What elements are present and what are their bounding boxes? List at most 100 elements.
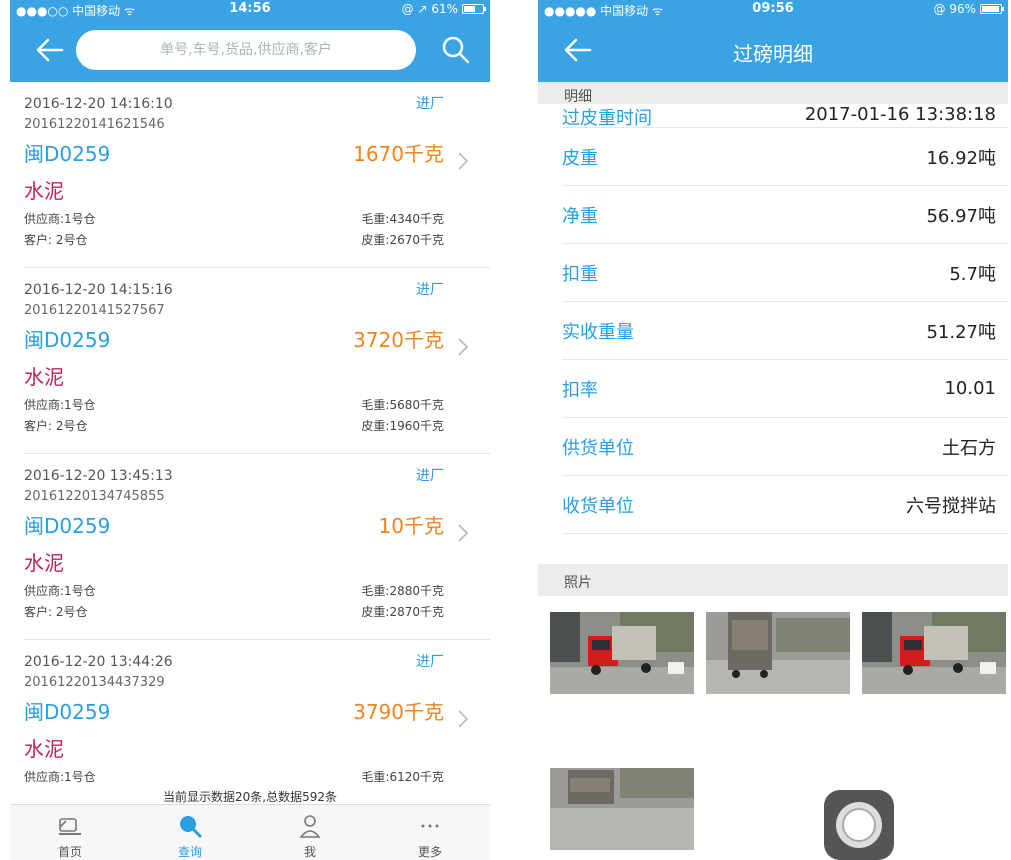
record-customer: 客户: 2号仓 [24, 605, 88, 619]
record-goods: 水泥 [24, 179, 64, 203]
status-bar: ●●●○○ 中国移动 ᯤ 14:56 @ ↗ 61% [10, 0, 490, 18]
detail-row: 供货单位 土石方 [562, 418, 1008, 476]
chevron-right-icon [458, 338, 469, 356]
detail-value: 16.92吨 [926, 147, 996, 169]
tab-me[interactable]: 我 [250, 805, 370, 860]
detail-label: 供货单位 [562, 437, 634, 459]
record-status: 进厂 [416, 654, 444, 670]
record-plate: 闽D0259 [24, 700, 111, 724]
search-icon [180, 816, 202, 838]
detail-value: 51.27吨 [926, 321, 996, 343]
detail-label: 扣率 [562, 379, 598, 401]
record-customer: 客户: 2号仓 [24, 419, 88, 433]
detail-label: 收货单位 [562, 495, 634, 517]
tab-label: 更多 [417, 845, 442, 859]
record-plate: 闽D0259 [24, 142, 111, 166]
detail-row: 皮重 16.92吨 [562, 128, 1008, 186]
more-icon [421, 824, 439, 828]
detail-label: 净重 [562, 205, 598, 227]
record-tare-weight: 皮重:2670千克 [361, 233, 444, 247]
record-supplier: 供应商:1号仓 [24, 212, 96, 226]
record-supplier: 供应商:1号仓 [24, 770, 96, 784]
weighbridge-photo-red-truck-2[interactable] [862, 612, 1006, 694]
truck-icon [59, 818, 81, 835]
detail-label: 皮重 [562, 147, 598, 169]
detail-value: 2017-01-16 13:38:18 [804, 104, 996, 125]
battery-label: @ 96% [933, 2, 977, 16]
record-status: 进厂 [416, 282, 444, 298]
battery-label: @ ↗ 61% [401, 2, 458, 16]
record-supplier: 供应商:1号仓 [24, 398, 96, 412]
detail-value: 六号搅拌站 [906, 495, 996, 517]
record-goods: 水泥 [24, 365, 64, 389]
details-section-header: 明细 [538, 82, 1008, 105]
search-input[interactable] [76, 30, 416, 70]
assistive-touch-button[interactable] [824, 790, 894, 860]
record-time: 2016-12-20 13:45:13 [24, 468, 173, 484]
record-time: 2016-12-20 14:16:10 [24, 96, 173, 112]
battery-status: @ 96% [933, 2, 1004, 16]
record-goods: 水泥 [24, 551, 64, 575]
tab-label: 我 [303, 845, 316, 859]
chevron-right-icon [458, 710, 469, 728]
detail-value: 5.7吨 [949, 263, 996, 285]
detail-row: 扣重 5.7吨 [562, 244, 1008, 302]
photos-section-header: 照片 [538, 564, 1008, 596]
left-header: ●●●○○ 中国移动 ᯤ 14:56 @ ↗ 61% [10, 0, 490, 82]
record-item[interactable]: 2016-12-20 14:15:16 进厂 20161220141527567 闽D… [24, 268, 490, 454]
record-net-weight: 3790千克 [353, 700, 444, 724]
search-icon[interactable] [440, 34, 472, 66]
detail-row: 净重 56.97吨 [562, 186, 1008, 244]
detail-label: 实收重量 [562, 321, 634, 343]
tab-label: 首页 [57, 845, 82, 859]
tab-query[interactable]: 查询 [130, 805, 250, 860]
detail-list: 过皮重时间 2017-01-16 13:38:18 皮重 16.92吨净重 56.97吨… [538, 104, 1008, 534]
battery-status: @ ↗ 61% [401, 2, 486, 16]
record-goods: 水泥 [24, 737, 64, 761]
detail-label: 扣重 [562, 263, 598, 285]
tab-more[interactable]: 更多 [370, 805, 490, 860]
record-id: 20161220134437329 [24, 675, 165, 690]
record-time: 2016-12-20 13:44:26 [24, 654, 173, 670]
record-list: 2016-12-20 14:16:10 进厂 20161220141621546 闽D… [10, 82, 490, 794]
record-count: 当前显示数据20条,总数据592条 [163, 790, 337, 804]
record-item[interactable]: 2016-12-20 13:45:13 进厂 20161220134745855 闽D… [24, 454, 490, 640]
assistive-touch-center [842, 808, 876, 842]
back-arrow-icon[interactable] [32, 32, 68, 68]
record-list-screen: ●●●○○ 中国移动 ᯤ 14:56 @ ↗ 61% 2016-12-20 14… [10, 0, 490, 860]
weighbridge-photo-truck-rear[interactable] [706, 612, 850, 694]
weighbridge-photo-red-truck[interactable] [550, 612, 694, 694]
record-id: 20161220141621546 [24, 117, 165, 132]
record-status: 进厂 [416, 96, 444, 112]
title-bar: 过磅明细 [538, 18, 1008, 82]
person-icon [299, 815, 321, 838]
status-bar: ●●●●● 中国移动 ᯤ 09:56 @ 96% [538, 0, 1008, 18]
detail-row: 过皮重时间 2017-01-16 13:38:18 [562, 104, 1008, 129]
record-time: 2016-12-20 14:15:16 [24, 282, 173, 298]
record-item[interactable]: 2016-12-20 13:44:26 进厂 20161220134437329 闽D… [24, 640, 490, 794]
tab-home[interactable]: 首页 [10, 805, 130, 860]
record-gross-weight: 毛重:5680千克 [361, 398, 444, 412]
record-customer: 客户: 2号仓 [24, 233, 88, 247]
record-gross-weight: 毛重:6120千克 [361, 770, 444, 784]
weighbridge-photo-truck-side[interactable] [550, 768, 694, 850]
record-net-weight: 1670千克 [353, 142, 444, 166]
record-supplier: 供应商:1号仓 [24, 584, 96, 598]
chevron-right-icon [458, 524, 469, 542]
detail-value: 56.97吨 [926, 205, 996, 227]
record-net-weight: 3720千克 [353, 328, 444, 352]
record-gross-weight: 毛重:2880千克 [361, 584, 444, 598]
record-plate: 闽D0259 [24, 514, 111, 538]
battery-icon [980, 4, 1004, 14]
detail-row: 扣率 10.01 [562, 360, 1008, 418]
record-plate: 闽D0259 [24, 328, 111, 352]
record-status: 进厂 [416, 468, 444, 484]
detail-label: 过皮重时间 [562, 108, 652, 129]
record-gross-weight: 毛重:4340千克 [361, 212, 444, 226]
record-item[interactable]: 2016-12-20 14:16:10 进厂 20161220141621546 闽D… [24, 82, 490, 268]
search-bar [10, 18, 490, 82]
detail-screen: ●●●●● 中国移动 ᯤ 09:56 @ 96% 过磅明细 明细 过皮重时间 20… [538, 0, 1008, 860]
detail-row: 收货单位 六号搅拌站 [562, 476, 1008, 534]
record-id: 20161220141527567 [24, 303, 165, 318]
record-id: 20161220134745855 [24, 489, 165, 504]
